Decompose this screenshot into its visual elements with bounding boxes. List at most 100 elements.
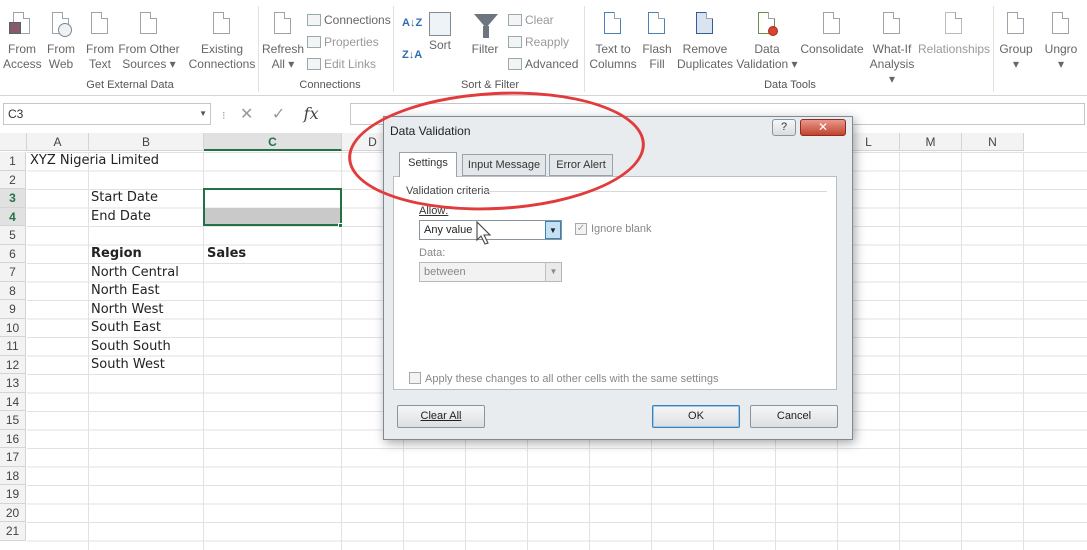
remove-duplicates-button[interactable]: Remove Duplicates <box>676 12 734 72</box>
web-icon <box>48 12 74 40</box>
row-header-5[interactable]: 5 <box>0 226 26 245</box>
row-header-12[interactable]: 12 <box>0 355 26 374</box>
cancel-formula-icon[interactable]: ✕ <box>240 104 253 124</box>
data-label: Data: <box>419 247 446 259</box>
selection-range[interactable] <box>203 188 342 226</box>
row-header-4[interactable]: 4 <box>0 207 26 226</box>
row-header-7[interactable]: 7 <box>0 263 26 282</box>
reapply-icon <box>508 36 522 48</box>
group-separator <box>393 6 394 92</box>
chevron-down-icon[interactable]: ▼ <box>545 221 561 239</box>
group-separator <box>584 6 585 92</box>
refresh-all-button[interactable]: Refresh All ▾ <box>261 12 305 72</box>
column-header-a[interactable]: A <box>27 133 89 151</box>
remove-duplicates-icon <box>692 12 718 40</box>
clear-filter-icon <box>508 14 522 26</box>
grid-vline <box>899 152 900 550</box>
grid-vline <box>961 152 962 550</box>
group-label-sort-filter: Sort & Filter <box>460 79 520 91</box>
text-to-columns-button[interactable]: Text to Columns <box>587 12 639 72</box>
clear-all-button[interactable]: Clear All <box>397 405 485 428</box>
cell-b6[interactable]: Region <box>91 245 142 263</box>
select-all-corner[interactable] <box>0 133 27 151</box>
consolidate-button[interactable]: Consolidate <box>799 12 865 57</box>
data-validation-button[interactable]: Data Validation ▾ <box>736 12 798 72</box>
chevron-down-icon[interactable]: ▼ <box>199 104 207 124</box>
cell-b3[interactable]: Start Date <box>91 189 158 207</box>
sort-z-a-icon[interactable]: Z↓A <box>402 46 422 64</box>
sort-button[interactable]: Sort <box>424 12 456 53</box>
flash-fill-button[interactable]: Flash Fill <box>641 12 673 72</box>
row-header-14[interactable]: 14 <box>0 392 26 411</box>
from-access-button[interactable]: From Access <box>3 12 42 72</box>
connections-button[interactable]: Connections <box>307 11 391 29</box>
ungroup-button[interactable]: Ungro ▾ <box>1037 12 1085 72</box>
ok-button[interactable]: OK <box>652 405 740 428</box>
cell-b8[interactable]: North East <box>91 282 160 300</box>
ignore-blank-checkbox[interactable]: ✓ <box>575 223 587 235</box>
properties-button[interactable]: Properties <box>307 33 379 51</box>
close-button[interactable]: ✕ <box>800 119 846 136</box>
help-button[interactable]: ? <box>772 119 796 136</box>
cell-b4[interactable]: End Date <box>91 208 151 226</box>
enter-formula-icon[interactable]: ✓ <box>272 104 285 124</box>
text-to-columns-icon <box>600 12 626 40</box>
row-header-19[interactable]: 19 <box>0 485 26 504</box>
cell-b11[interactable]: South South <box>91 338 171 356</box>
existing-connections-button[interactable]: Existing Connections <box>188 12 256 72</box>
row-header-8[interactable]: 8 <box>0 281 26 300</box>
row-header-11[interactable]: 11 <box>0 337 26 356</box>
row-header-9[interactable]: 9 <box>0 300 26 319</box>
cell-b12[interactable]: South West <box>91 356 165 374</box>
cell-b10[interactable]: South East <box>91 319 161 337</box>
row-header-18[interactable]: 18 <box>0 466 26 485</box>
relationships-button[interactable]: Relationships <box>918 12 990 57</box>
group-separator <box>258 6 259 92</box>
row-header-15[interactable]: 15 <box>0 411 26 430</box>
cell-c6[interactable]: Sales <box>207 245 246 263</box>
cell-b7[interactable]: North Central <box>91 264 179 282</box>
data-select[interactable]: between ▼ <box>419 262 562 282</box>
row-header-13[interactable]: 13 <box>0 374 26 393</box>
row-header-2[interactable]: 2 <box>0 170 26 189</box>
sort-dialog-icon <box>429 12 451 36</box>
row-header-3[interactable]: 3 <box>0 189 26 208</box>
formula-bar-controls: ⁝ ✕ ✓ fx <box>222 104 333 124</box>
what-if-analysis-button[interactable]: What-If Analysis ▾ <box>868 12 916 87</box>
clear-filter-button[interactable]: Clear <box>508 11 554 29</box>
column-header-c[interactable]: C <box>204 133 342 151</box>
column-header-m[interactable]: M <box>900 133 962 151</box>
edit-links-button[interactable]: Edit Links <box>307 55 376 73</box>
pointer-cursor-icon <box>476 221 492 245</box>
row-header-6[interactable]: 6 <box>0 244 26 263</box>
sort-a-z-icon[interactable]: A↓Z <box>402 14 422 32</box>
row-header-10[interactable]: 10 <box>0 318 26 337</box>
cell-b9[interactable]: North West <box>91 301 163 319</box>
column-header-b[interactable]: B <box>89 133 204 151</box>
insert-function-icon[interactable]: fx <box>304 104 319 123</box>
row-header-21[interactable]: 21 <box>0 522 26 541</box>
chevron-down-icon[interactable]: ▼ <box>545 263 561 281</box>
group-label-connections: Connections <box>299 79 361 91</box>
from-web-button[interactable]: From Web <box>44 12 78 72</box>
apply-all-checkbox[interactable] <box>409 372 421 384</box>
name-box[interactable]: C3 ▼ <box>3 103 211 125</box>
fill-handle[interactable] <box>338 223 343 228</box>
cell-a1[interactable]: XYZ Nigeria Limited <box>30 152 159 170</box>
row-header-17[interactable]: 17 <box>0 448 26 467</box>
column-header-n[interactable]: N <box>962 133 1024 151</box>
edit-links-icon <box>307 58 321 70</box>
from-other-sources-button[interactable]: From Other Sources ▾ <box>118 12 180 72</box>
row-header-20[interactable]: 20 <box>0 503 26 522</box>
from-text-button[interactable]: From Text <box>84 12 116 72</box>
group-label-get-external-data: Get External Data <box>86 79 174 91</box>
row-header-16[interactable]: 16 <box>0 429 26 448</box>
connections-icon <box>307 14 321 26</box>
advanced-filter-button[interactable]: Advanced <box>508 55 578 73</box>
filter-button[interactable]: Filter <box>468 12 502 57</box>
group-button[interactable]: Group ▾ <box>997 12 1035 72</box>
cancel-button[interactable]: Cancel <box>750 405 838 428</box>
ignore-blank-label: Ignore blank <box>591 223 652 235</box>
reapply-button[interactable]: Reapply <box>508 33 569 51</box>
row-header-1[interactable]: 1 <box>0 152 26 171</box>
